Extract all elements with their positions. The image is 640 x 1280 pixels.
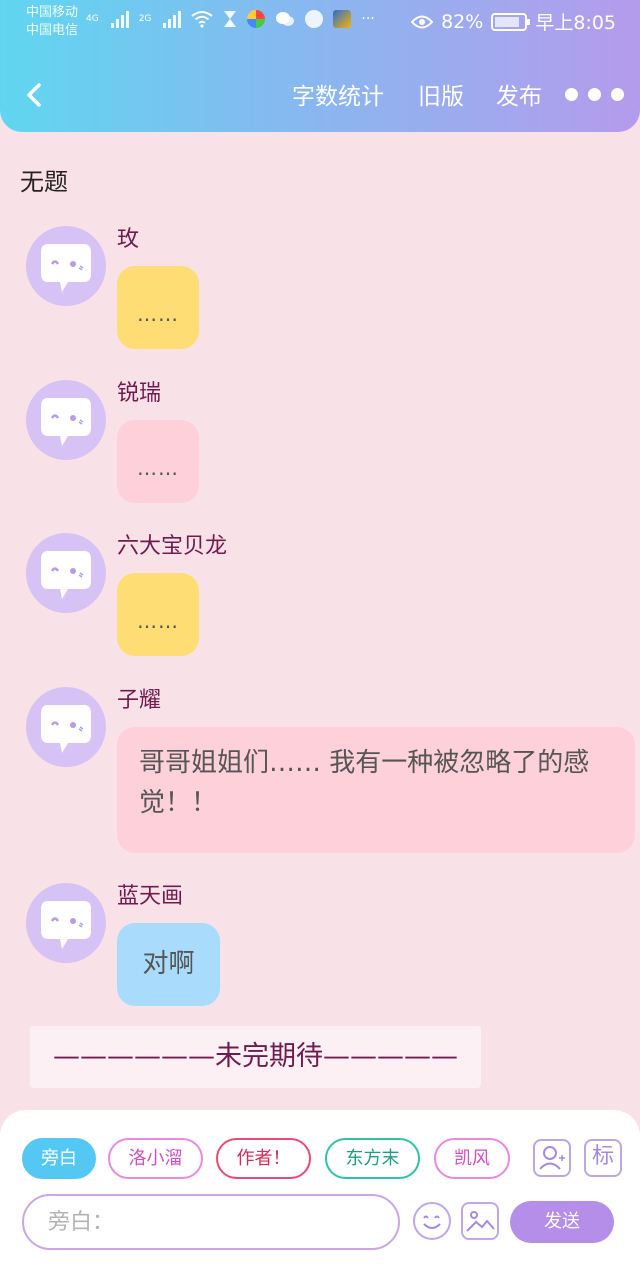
- chevron-left-icon[interactable]: [24, 82, 46, 108]
- sender-name: 子耀: [117, 688, 162, 713]
- carrier-1: 中国移动: [26, 5, 79, 20]
- status-right: 82% 早上8:05: [411, 8, 616, 35]
- network-2g-label: 2G: [138, 14, 152, 24]
- image-icon[interactable]: [461, 1202, 499, 1240]
- role-chip[interactable]: 作者！: [216, 1138, 311, 1179]
- chat-bubble-face-icon: [41, 901, 91, 949]
- avatar[interactable]: [26, 687, 106, 767]
- voice-app-icon: [305, 10, 324, 28]
- sender-name: 玫: [117, 227, 140, 252]
- old-version-button[interactable]: 旧版: [418, 82, 464, 112]
- chat-bubble-face-icon: [41, 705, 91, 753]
- role-chip[interactable]: 东方末: [325, 1138, 420, 1179]
- more-dots-icon[interactable]: [565, 88, 624, 101]
- mark-button[interactable]: 标: [584, 1139, 622, 1177]
- message-item: 六大宝贝龙 ……: [26, 533, 626, 663]
- battery-percent: 82%: [441, 10, 484, 33]
- emoji-icon[interactable]: [413, 1202, 451, 1240]
- role-chip[interactable]: 洛小溜: [108, 1138, 203, 1179]
- send-button[interactable]: 发送: [510, 1201, 614, 1243]
- avatar[interactable]: [26, 533, 106, 613]
- bolt-app-icon: [333, 10, 352, 28]
- chat-bubble-face-icon: [41, 244, 91, 292]
- chat-bubble-face-icon: [41, 398, 91, 446]
- sender-name: 锐瑞: [117, 381, 162, 406]
- wifi-icon: [191, 11, 214, 28]
- hourglass-icon: [224, 11, 237, 27]
- ending-banner: ——————未完期待—————: [30, 1026, 481, 1088]
- status-bar: 中国移动 中国电信 4G 2G ··· 82% 早上8:05: [0, 0, 640, 44]
- status-icons: 4G 2G ···: [86, 10, 375, 28]
- message-item: 子耀 哥哥姐姐们…… 我有一种被忽略了的感觉！！: [26, 687, 635, 857]
- message-item: 锐瑞 ……: [26, 380, 626, 510]
- role-chip[interactable]: 凯风: [434, 1138, 510, 1179]
- person-manage-icon[interactable]: [533, 1139, 571, 1177]
- message-item: 蓝天画 对啊: [26, 883, 626, 1013]
- battery-icon: [491, 12, 531, 31]
- signal-icon-2: [163, 10, 182, 28]
- avatar[interactable]: [26, 883, 106, 963]
- word-count-button[interactable]: 字数统计: [292, 82, 384, 112]
- sender-name: 蓝天画: [117, 884, 184, 909]
- chat-bubble-face-icon: [41, 551, 91, 599]
- carrier-info: 中国移动 中国电信: [26, 4, 78, 40]
- message-bubble[interactable]: 对啊: [117, 923, 220, 1006]
- message-bubble[interactable]: ……: [117, 266, 199, 349]
- role-chip-narrator[interactable]: 旁白: [22, 1138, 96, 1179]
- more-notifications-icon: ···: [361, 11, 375, 27]
- clock: 早上8:05: [535, 12, 616, 34]
- composer-panel: 旁白 洛小溜 作者！ 东方末 凯风 标 发送: [0, 1110, 640, 1280]
- app-notification-icon: [247, 10, 266, 28]
- story-title: 无题: [20, 168, 68, 196]
- avatar[interactable]: [26, 380, 106, 460]
- app-header: 中国移动 中国电信 4G 2G ··· 82% 早上8:05 字数统计 旧版 发…: [0, 0, 640, 132]
- message-bubble[interactable]: ……: [117, 573, 199, 656]
- message-item: 玫 ……: [26, 226, 626, 356]
- signal-icon: [110, 10, 129, 28]
- message-bubble[interactable]: ……: [117, 420, 199, 503]
- avatar[interactable]: [26, 226, 106, 306]
- wechat-icon: [276, 12, 295, 26]
- message-bubble[interactable]: 哥哥姐姐们…… 我有一种被忽略了的感觉！！: [117, 727, 635, 853]
- carrier-2: 中国电信: [26, 23, 79, 38]
- publish-button[interactable]: 发布: [496, 82, 542, 112]
- eye-icon: [411, 15, 434, 28]
- network-4g-label: 4G: [86, 14, 99, 24]
- message-input[interactable]: [22, 1194, 400, 1250]
- sender-name: 六大宝贝龙: [117, 534, 228, 559]
